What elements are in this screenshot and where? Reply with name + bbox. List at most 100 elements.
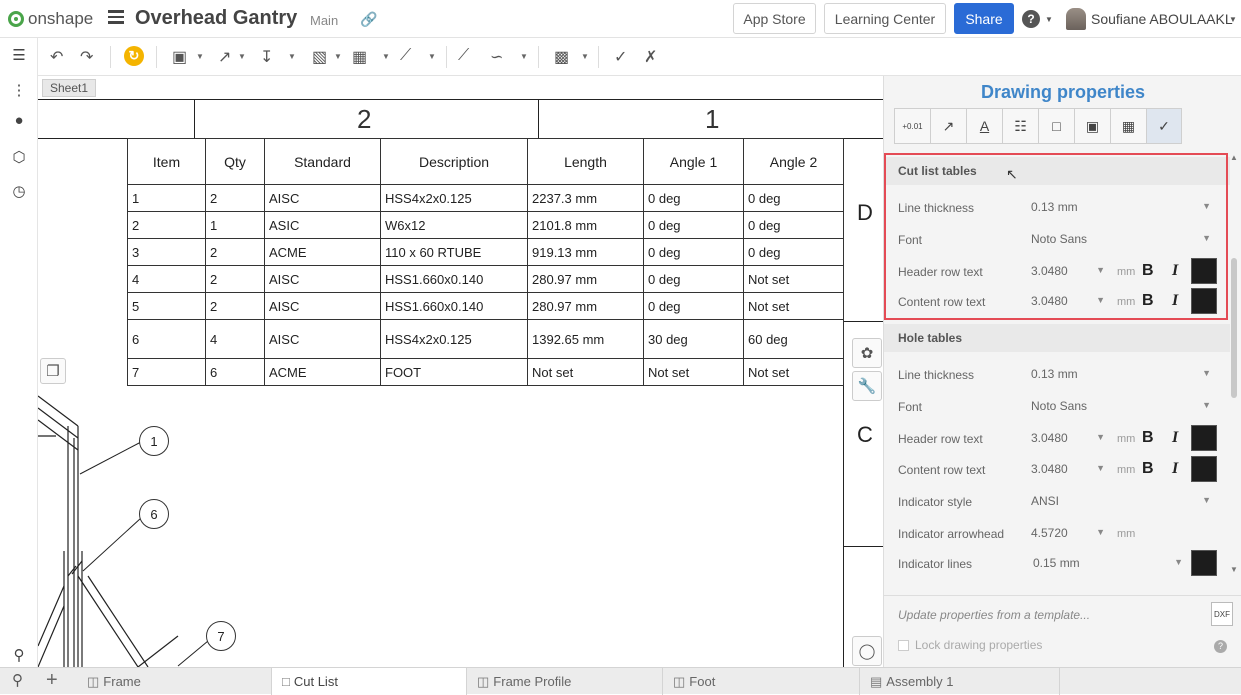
branch-label[interactable]: Main (310, 13, 338, 28)
centerline-dropdown-icon[interactable]: ▼ (428, 52, 436, 61)
tab-text-icon[interactable]: A (966, 108, 1002, 144)
insert-view-icon[interactable]: ▣ (172, 47, 187, 67)
header-item: Item (127, 138, 206, 185)
user-dropdown-icon[interactable]: ▼ (1229, 15, 1237, 24)
help-icon[interactable]: ? (1214, 640, 1227, 653)
dimension-dropdown-icon[interactable]: ▼ (238, 52, 246, 61)
add-tab-icon[interactable]: + (46, 669, 58, 692)
hole-line-thickness-select[interactable]: 0.13 mm ▼ (1031, 363, 1211, 385)
onshape-logo[interactable]: onshape (8, 9, 93, 29)
hole-tables-heading[interactable]: Hole tables (884, 324, 1230, 352)
scroll-up-icon[interactable]: ▲ (1230, 153, 1238, 162)
tab-frame-profile[interactable]: ◫ Frame Profile (467, 668, 663, 695)
ordinate-dropdown-icon[interactable]: ▼ (288, 52, 296, 61)
cell-length: 919.13 mm (527, 238, 644, 266)
spline-dropdown-icon[interactable]: ▼ (520, 52, 528, 61)
scroll-thumb[interactable] (1231, 258, 1237, 398)
drawing-canvas[interactable]: Sheet1 2 1 D C Item Qty Standard Descrip… (38, 76, 883, 667)
help-dropdown-icon[interactable]: ▼ (1045, 15, 1053, 24)
tab-units-icon[interactable]: +0.01 (894, 108, 930, 144)
balloon-6[interactable]: 6 (139, 499, 169, 529)
export-dropdown-icon[interactable]: ▼ (581, 52, 589, 61)
balloon-7[interactable]: 7 (206, 621, 236, 651)
table-row[interactable]: 4 2 AISC HSS1.660x0.140 280.97 mm 0 deg … (127, 265, 844, 293)
tab-table-icon[interactable]: ▦ (1110, 108, 1146, 144)
inspect-icon[interactable]: ✗ (644, 47, 657, 67)
cut-list-table[interactable]: Item Qty Standard Description Length Ang… (127, 138, 844, 386)
lock-properties-checkbox[interactable] (898, 639, 909, 651)
annotation-icon[interactable]: ▧ (312, 47, 327, 67)
annotation-dropdown-icon[interactable]: ▼ (334, 52, 342, 61)
comment-icon[interactable]: ● (10, 112, 28, 130)
scroll-down-icon[interactable]: ▼ (1230, 565, 1238, 574)
view-copy-icon[interactable]: ❐ (40, 358, 66, 384)
share-button[interactable]: Share (954, 3, 1014, 34)
italic-button[interactable]: I (1172, 460, 1178, 478)
part-studio-icon: ◫ (477, 673, 490, 689)
line-icon[interactable]: ⟋ (458, 47, 469, 65)
tab-foot[interactable]: ◫ Foot (663, 668, 860, 695)
insert-view-dropdown-icon[interactable]: ▼ (196, 52, 204, 61)
indicator-lines-select[interactable]: 0.15 mm ▼ (1033, 552, 1183, 574)
hole-header-size-select[interactable]: 3.0480 ▼ (1031, 427, 1111, 449)
indicator-style-select[interactable]: ANSI ▼ (1031, 490, 1211, 512)
tab-assembly-1[interactable]: ▤ Assembly 1 (860, 668, 1060, 695)
toolbar: ↶ ↷ ↻ ▣ ▼ ↗ ▼ ↧ ▼ ▧ ▼ ▦ ▼ ⟋ ▼ ⟋ ∽ ▼ ▩ ▼ … (38, 38, 1241, 76)
tape-icon[interactable]: ◯ (852, 636, 882, 666)
menu-icon[interactable] (108, 10, 124, 24)
color-swatch[interactable] (1191, 425, 1217, 451)
hole-content-size-select[interactable]: 3.0480 ▼ (1031, 458, 1111, 480)
tab-frame-icon[interactable]: □ (1038, 108, 1074, 144)
check-icon[interactable]: ✓ (614, 47, 627, 67)
table-dropdown-icon[interactable]: ▼ (382, 52, 390, 61)
dimension-icon[interactable]: ↗ (218, 47, 231, 67)
table-row[interactable]: 6 4 AISC HSS4x2x0.125 1392.65 mm 30 deg … (127, 319, 844, 359)
feature-list-icon[interactable]: ☰ (10, 46, 28, 64)
italic-button[interactable]: I (1172, 429, 1178, 447)
spline-icon[interactable]: ∽ (490, 47, 503, 67)
tab-cut-list[interactable]: □ Cut List (272, 668, 467, 695)
tab-border-icon[interactable]: ▣ (1074, 108, 1110, 144)
tab-check-icon[interactable]: ✓ (1146, 108, 1182, 144)
table-row[interactable]: 3 2 ACME 110 x 60 RTUBE 919.13 mm 0 deg … (127, 238, 844, 266)
centerline-icon[interactable]: ⟋ (400, 47, 411, 65)
wrench-icon[interactable]: 🔧 (852, 371, 882, 401)
parts-icon[interactable]: ⬡ (10, 148, 28, 166)
redo-icon[interactable]: ↷ (80, 47, 93, 67)
ordinate-icon[interactable]: ↧ (260, 47, 273, 67)
bold-button[interactable]: B (1142, 429, 1154, 447)
avatar[interactable] (1066, 8, 1086, 30)
table-icon[interactable]: ▦ (352, 47, 367, 67)
bold-button[interactable]: B (1142, 460, 1154, 478)
document-title[interactable]: Overhead Gantry (135, 7, 297, 30)
dxf-template-button[interactable]: DXF (1211, 602, 1233, 626)
insert-icon[interactable]: ⋮ (10, 81, 28, 99)
paint-icon[interactable]: ✿ (852, 338, 882, 368)
update-from-template-link[interactable]: Update properties from a template... (898, 608, 1090, 622)
dxf-export-icon[interactable]: ▩ (554, 47, 569, 67)
tab-dimension-icon[interactable]: ↗ (930, 108, 966, 144)
table-row[interactable]: 1 2 AISC HSS4x2x0.125 2237.3 mm 0 deg 0 … (127, 184, 844, 212)
panel-scrollbar[interactable]: ▲ ▼ (1230, 153, 1238, 574)
learning-center-button[interactable]: Learning Center (824, 3, 946, 34)
refresh-icon[interactable]: ↻ (124, 46, 144, 66)
hole-font-select[interactable]: Noto Sans ▼ (1031, 395, 1211, 417)
tab-frame[interactable]: ◫ Frame (77, 668, 272, 695)
search-icon[interactable]: ⚲ (10, 646, 28, 664)
app-store-button[interactable]: App Store (733, 3, 816, 34)
color-swatch[interactable] (1191, 550, 1217, 576)
indicator-arrowhead-select[interactable]: 4.5720 ▼ (1031, 522, 1111, 544)
help-icon[interactable]: ? (1022, 10, 1040, 28)
balloon-1[interactable]: 1 (139, 426, 169, 456)
cell-item: 3 (127, 238, 206, 266)
tab-manager-icon[interactable]: ⚲ (12, 671, 23, 689)
history-icon[interactable]: ◷ (10, 182, 28, 200)
sheet-tab[interactable]: Sheet1 (42, 79, 96, 97)
table-row[interactable]: 5 2 AISC HSS1.660x0.140 280.97 mm 0 deg … (127, 292, 844, 320)
undo-icon[interactable]: ↶ (50, 47, 63, 67)
tab-callout-icon[interactable]: ☷ (1002, 108, 1038, 144)
table-row[interactable]: 2 1 ASIC W6x12 2101.8 mm 0 deg 0 deg (127, 211, 844, 239)
user-name[interactable]: Soufiane ABOULAAKL (1091, 11, 1233, 27)
color-swatch[interactable] (1191, 456, 1217, 482)
link-icon[interactable]: 🔗 (360, 11, 377, 28)
